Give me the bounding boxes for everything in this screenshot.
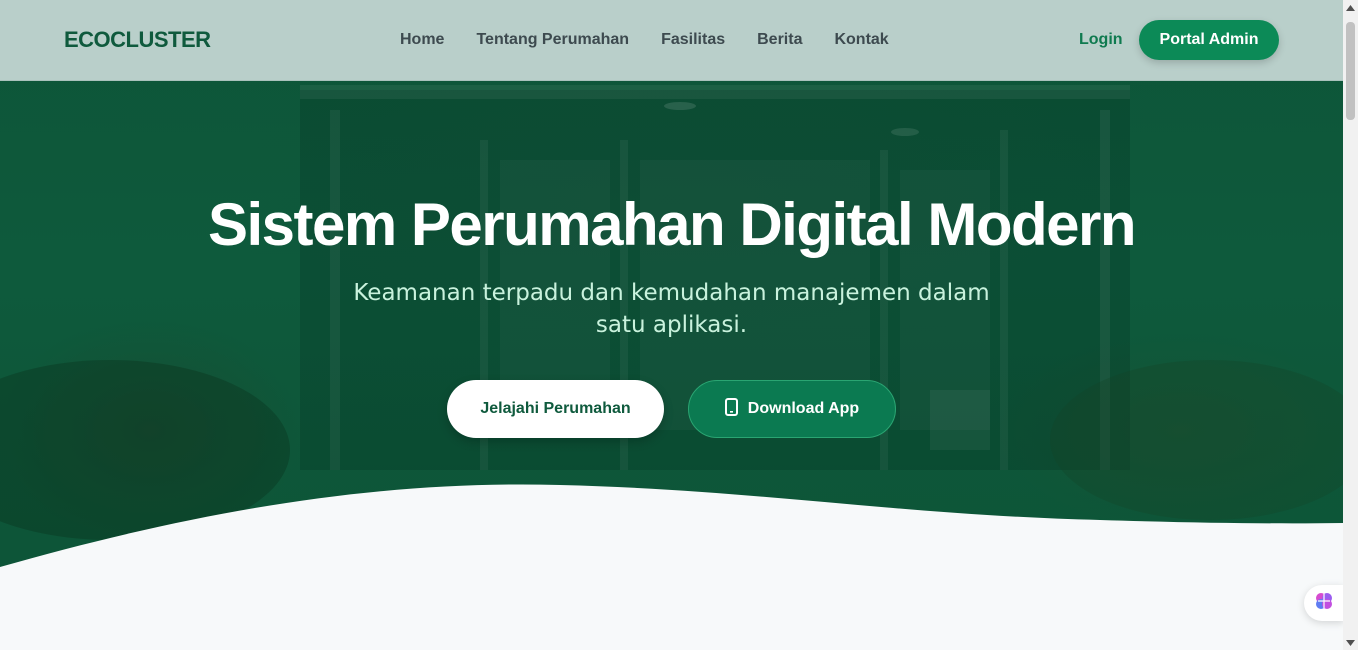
hero-title: Sistem Perumahan Digital Modern	[207, 191, 1137, 258]
top-navbar: ECOCLUSTER Home Tentang Perumahan Fasili…	[0, 0, 1343, 81]
scrollbar-thumb[interactable]	[1346, 22, 1355, 120]
mobile-phone-icon	[724, 397, 738, 421]
scroll-down-arrow-icon[interactable]	[1343, 635, 1358, 650]
brain-icon	[1314, 591, 1334, 616]
explore-housing-label: Jelajahi Perumahan	[480, 400, 631, 417]
nav-link-home[interactable]: Home	[400, 31, 444, 49]
hero-wave-divider	[0, 484, 1343, 650]
assistant-widget-button[interactable]	[1304, 585, 1343, 621]
nav-link-fasilitas[interactable]: Fasilitas	[661, 31, 725, 49]
nav-link-tentang-perumahan[interactable]: Tentang Perumahan	[476, 31, 629, 49]
download-app-button[interactable]: Download App	[688, 380, 896, 438]
hero-subtitle: Keamanan terpadu dan kemudahan manajemen…	[353, 280, 990, 338]
explore-housing-button[interactable]: Jelajahi Perumahan	[447, 380, 664, 438]
download-app-label: Download App	[747, 400, 860, 417]
main-nav: Home Tentang Perumahan Fasilitas Berita …	[400, 31, 889, 49]
login-link[interactable]: Login	[1079, 31, 1123, 49]
scroll-up-arrow-icon[interactable]	[1343, 0, 1358, 15]
brand-logo[interactable]: ECOCLUSTER	[64, 27, 211, 53]
nav-link-berita[interactable]: Berita	[757, 31, 802, 49]
vertical-scrollbar[interactable]	[1343, 0, 1358, 650]
portal-admin-button[interactable]: Portal Admin	[1139, 20, 1279, 60]
nav-link-kontak[interactable]: Kontak	[834, 31, 888, 49]
page: ECOCLUSTER Home Tentang Perumahan Fasili…	[0, 0, 1343, 650]
